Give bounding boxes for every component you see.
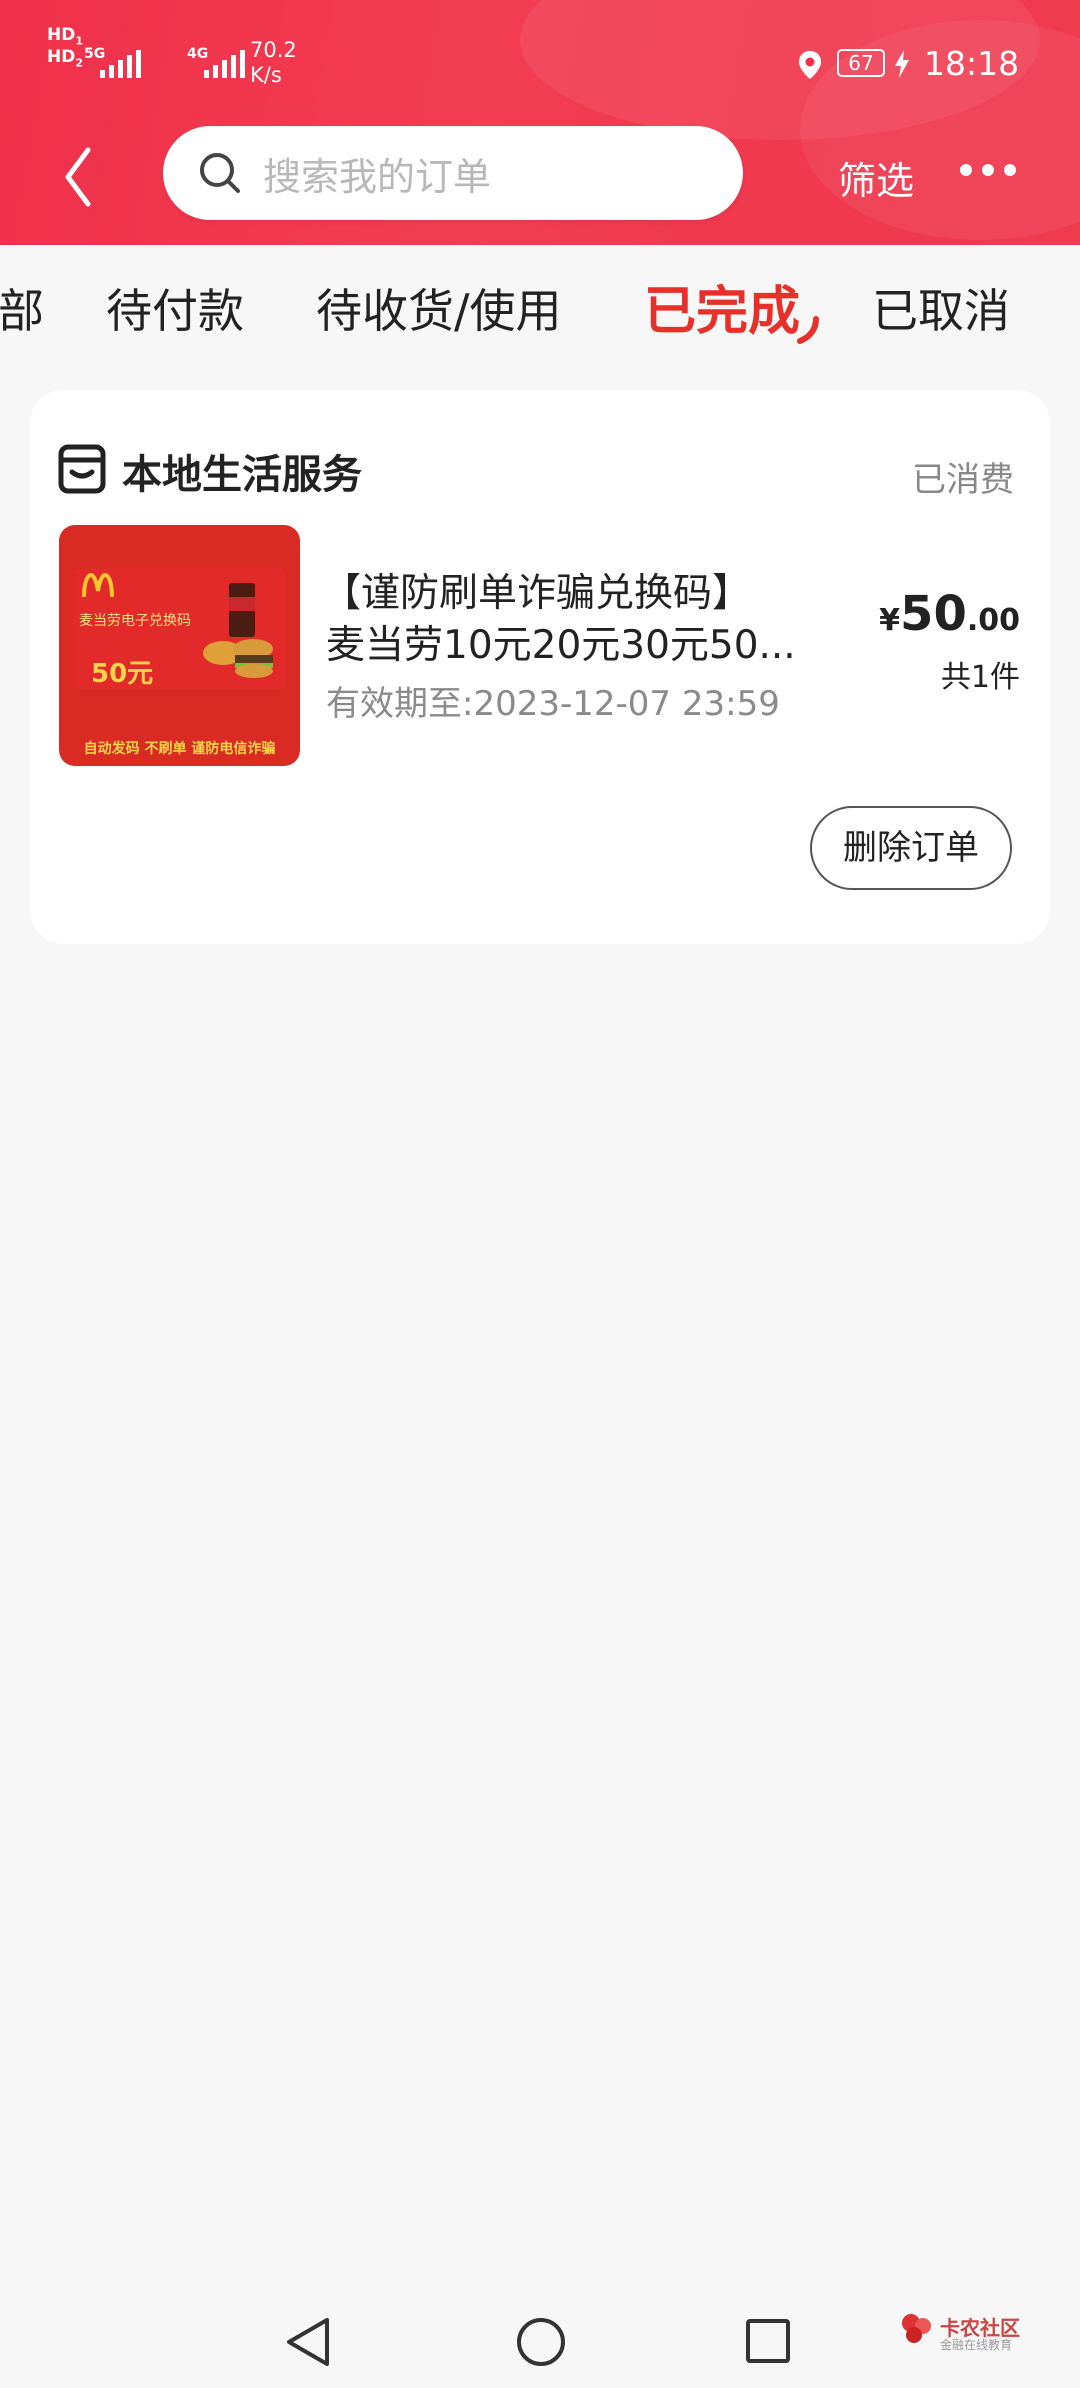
tab-all[interactable]: 部 <box>0 275 44 341</box>
watermark-logo-icon <box>902 2314 931 2343</box>
product-thumbnail[interactable]: 麦当劳电子兑换码 50元 自动发码 不刷单 谨防电信诈骗 <box>59 525 300 766</box>
network-speed: 70.2 K/s <box>250 38 297 87</box>
filter-button[interactable]: 筛选 <box>838 150 914 205</box>
signal-icon-1 <box>100 50 141 78</box>
nav-recents-icon[interactable] <box>745 2318 791 2364</box>
battery-icon: 67 <box>837 49 885 77</box>
thumbnail-caption: 麦当劳电子兑换码 <box>79 613 191 629</box>
watermark: 卡农社区 金融在线教育 <box>900 2312 1020 2352</box>
status-bar: HD1 HD2 5G 4G 70.2 K/s 67 18:18 <box>0 0 1080 120</box>
store-icon <box>58 444 106 494</box>
top-nav: 搜索我的订单 筛选 <box>0 120 1080 245</box>
clock: 18:18 <box>924 44 1020 83</box>
search-placeholder: 搜索我的订单 <box>263 154 492 199</box>
charging-icon <box>895 50 909 78</box>
thumbnail-footer: 自动发码 不刷单 谨防电信诈骗 <box>83 741 276 757</box>
delete-order-button[interactable]: 删除订单 <box>810 806 1012 890</box>
tab-completed[interactable]: 已完成 <box>644 269 800 344</box>
search-input[interactable]: 搜索我的订单 <box>163 126 743 220</box>
tab-cancelled[interactable]: 已取消 <box>872 275 1010 341</box>
tab-pending-receipt[interactable]: 待收货/使用 <box>316 275 562 341</box>
thumbnail-amount: 50元 <box>91 659 154 689</box>
order-price: ¥50.00 <box>879 586 1020 642</box>
product-title-line2[interactable]: 麦当劳10元20元30元50... <box>326 614 796 670</box>
validity-date: 有效期至:2023-12-07 23:59 <box>326 684 780 724</box>
order-quantity: 共1件 <box>940 660 1020 695</box>
order-card[interactable]: 本地生活服务 已消费 麦当劳电子兑换码 50元 自动发码 不刷单 谨防电信诈骗 … <box>30 390 1050 944</box>
nav-back-icon[interactable] <box>283 2316 333 2368</box>
product-title-line1[interactable]: 【谨防刷单诈骗兑换码】 <box>322 562 751 618</box>
search-icon <box>200 153 240 193</box>
tab-pending-payment[interactable]: 待付款 <box>106 275 244 341</box>
signal-icon-2 <box>204 50 245 78</box>
battery-level: 67 <box>848 51 874 75</box>
active-tab-indicator <box>797 316 819 344</box>
burger-meal-icon <box>203 583 273 678</box>
hd-indicator-1: HD1 <box>47 25 83 48</box>
app-header: HD1 HD2 5G 4G 70.2 K/s 67 18:18 搜索我的订单 筛… <box>0 0 1080 245</box>
back-arrow-icon[interactable] <box>58 142 98 212</box>
watermark-subtitle: 金融在线教育 <box>940 2338 1013 2352</box>
location-icon <box>799 51 821 79</box>
nav-home-icon[interactable] <box>515 2316 567 2368</box>
mcdonalds-logo-icon <box>82 573 114 598</box>
hd-indicator-2: HD2 <box>47 47 83 70</box>
more-menu-icon[interactable] <box>960 164 1016 176</box>
system-nav-bar: 卡农社区 金融在线教育 <box>0 2276 1080 2388</box>
order-tabs: 部 待付款 待收货/使用 已完成 已取消 <box>0 245 1080 370</box>
store-name: 本地生活服务 <box>122 452 362 498</box>
order-status: 已消费 <box>912 460 1014 500</box>
